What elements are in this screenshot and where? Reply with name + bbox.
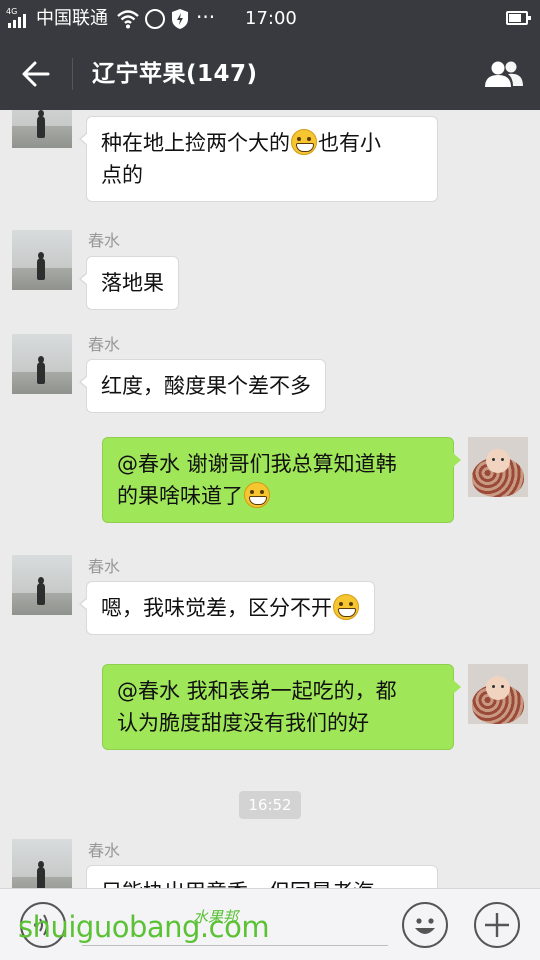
- message-text: 认为脆度甜度没有我们的好: [117, 711, 369, 735]
- emoji-icon[interactable]: [402, 902, 448, 948]
- avatar[interactable]: [12, 839, 72, 888]
- sender-name: 春水: [88, 841, 121, 860]
- message-bubble[interactable]: 只能协出甲意香，但回是老汽: [86, 865, 438, 888]
- sender-name: 春水: [88, 231, 121, 250]
- message-bubble[interactable]: 嗯，我味觉差，区分不开: [79, 581, 375, 635]
- message-text: 点的: [101, 163, 143, 187]
- shield-icon: [172, 9, 188, 29]
- vpn-icon: [145, 9, 165, 29]
- grin-emoji-icon: [333, 594, 359, 620]
- wifi-icon: [117, 10, 139, 29]
- my-avatar[interactable]: [468, 664, 528, 724]
- grin-emoji-icon: [291, 129, 317, 155]
- chat-message-list[interactable]: 种在地上捡两个大的 也有小 点的 春水 落地果 春水 红度，酸度果个差不多 @春水…: [0, 110, 540, 888]
- avatar[interactable]: [12, 110, 72, 148]
- my-avatar[interactable]: [468, 437, 528, 497]
- network-type: 4G: [6, 7, 18, 16]
- message-input[interactable]: [82, 945, 388, 946]
- message-bubble[interactable]: @春水 我和表弟一起吃的，都 认为脆度甜度没有我们的好: [102, 664, 461, 750]
- status-bar: 4G 中国联通 ··· 17:00: [0, 0, 540, 38]
- message-text: 落地果: [101, 271, 164, 295]
- message-bubble[interactable]: 红度，酸度果个差不多: [79, 359, 326, 413]
- signal-icon: 4G: [6, 8, 32, 30]
- sender-name: 春水: [88, 335, 121, 354]
- message-bubble[interactable]: 落地果: [79, 256, 179, 310]
- message-bubble[interactable]: @春水 谢谢哥们我总算知道韩 的果啥味道了: [102, 437, 461, 523]
- status-time: 17:00: [245, 8, 297, 29]
- watermark-cn-text: 水果邦: [193, 908, 239, 926]
- battery-icon: [506, 11, 531, 25]
- message-bubble[interactable]: 种在地上捡两个大的 也有小 点的: [79, 116, 438, 202]
- message-text: 红度，酸度果个差不多: [101, 374, 311, 398]
- avatar[interactable]: [12, 230, 72, 290]
- message-text: 只能协出甲意香，但回是老汽: [101, 880, 374, 888]
- avatar[interactable]: [12, 555, 72, 615]
- group-members-icon[interactable]: [484, 60, 524, 88]
- smile-face-icon: [415, 918, 435, 934]
- message-text: 种在地上捡两个大的: [101, 131, 290, 155]
- chat-header: 辽宁苹果(147): [0, 38, 540, 110]
- header-divider: [72, 58, 73, 90]
- plus-icon[interactable]: [474, 902, 520, 948]
- message-timestamp: 16:52: [239, 791, 301, 819]
- back-arrow-icon[interactable]: [22, 61, 50, 87]
- avatar[interactable]: [12, 334, 72, 394]
- sender-name: 春水: [88, 557, 121, 576]
- message-text: @春水 谢谢哥们我总算知道韩: [117, 452, 397, 476]
- plus-sign-icon: [485, 913, 509, 937]
- message-text: 嗯，我味觉差，区分不开: [101, 596, 332, 620]
- message-text: 的果啥味道了: [117, 484, 243, 508]
- carrier-name: 中国联通: [36, 8, 108, 29]
- more-status-indicator: ···: [196, 5, 216, 29]
- message-text: 也有小: [318, 131, 381, 155]
- chat-title: 辽宁苹果(147): [92, 61, 258, 87]
- grin-emoji-icon: [244, 482, 270, 508]
- message-text: @春水 我和表弟一起吃的，都: [117, 679, 397, 703]
